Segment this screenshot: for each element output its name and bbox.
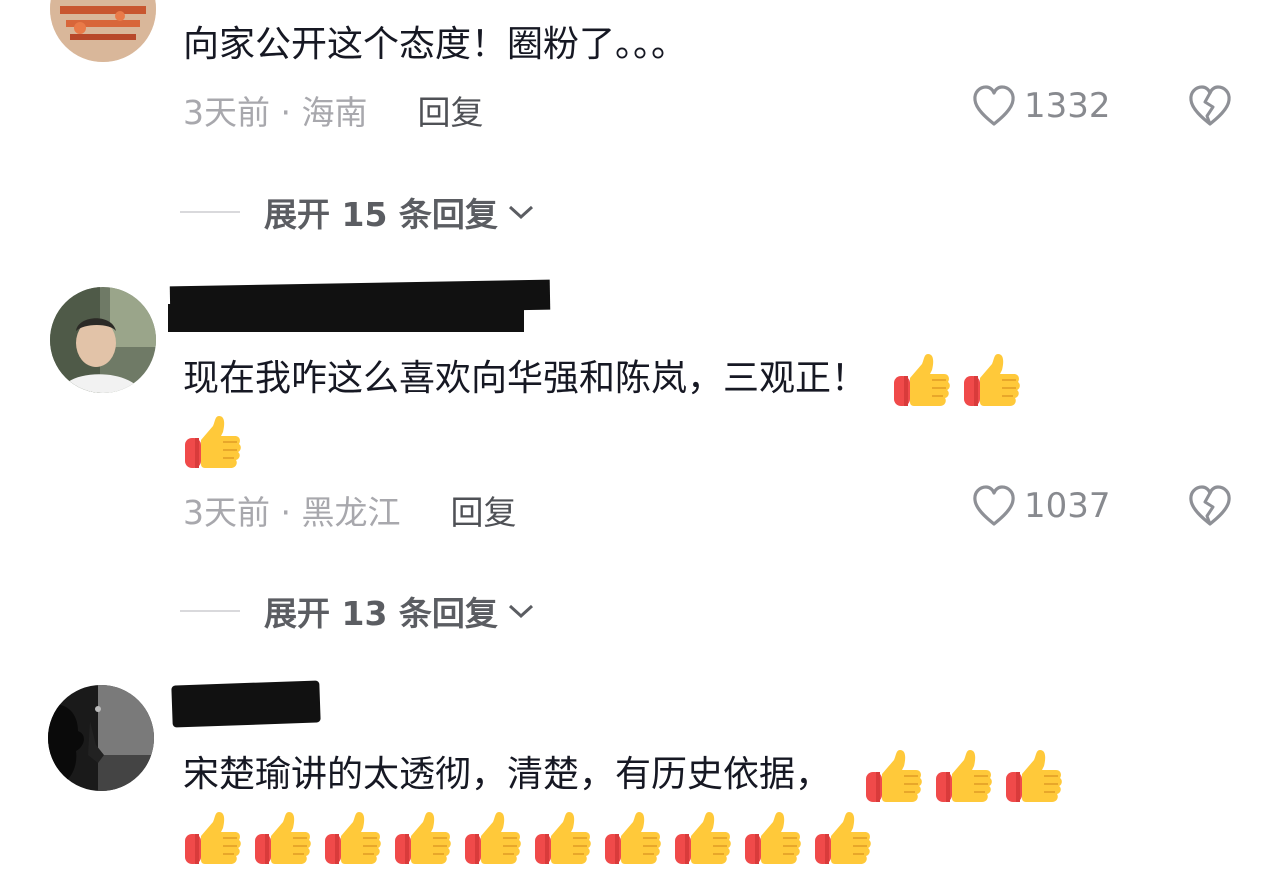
thumbs-up-emoji: [603, 808, 663, 868]
like-count: 1332: [1024, 86, 1111, 126]
redacted-username: [168, 304, 524, 332]
heart-outline-icon: [970, 482, 1018, 530]
comment-text: 宋楚瑜讲的太透彻，清楚，有历史依据，: [183, 744, 1074, 806]
thumbs-up-emoji: [1004, 746, 1064, 806]
chevron-down-icon: [508, 604, 533, 619]
thumbs-up-emoji: [533, 808, 593, 868]
comment-meta: 3天前 · 海南 回复: [183, 86, 483, 134]
broken-heart-icon[interactable]: [1186, 82, 1234, 130]
redacted-username: [171, 680, 321, 728]
thumbs-up-emoji: [864, 746, 924, 806]
like-button[interactable]: 1332: [970, 82, 1111, 130]
like-button[interactable]: 1037: [970, 482, 1111, 530]
thumbs-up-emoji: [813, 808, 873, 868]
reply-button[interactable]: 回复: [417, 93, 483, 132]
comment-meta: 3天前 · 黑龙江 回复: [183, 486, 516, 534]
thumbs-up-emoji: [673, 808, 733, 868]
reply-button[interactable]: 回复: [450, 493, 516, 532]
comment-body: 宋楚瑜讲的太透彻，清楚，有历史依据，: [183, 754, 832, 795]
broken-heart-icon[interactable]: [1186, 482, 1234, 530]
like-count: 1037: [1024, 486, 1111, 526]
thumbs-up-emoji: [934, 746, 994, 806]
thumbs-up-emoji: [183, 808, 243, 868]
thumbs-up-emoji: [253, 808, 313, 868]
comment-text-line2: [183, 410, 253, 472]
expand-label: 展开 15 条回复: [264, 195, 498, 234]
thumbs-up-emoji: [323, 808, 383, 868]
thumbs-up-emoji: [183, 412, 243, 472]
avatar[interactable]: [50, 0, 156, 62]
thumbs-up-emoji: [463, 808, 523, 868]
divider: [180, 211, 240, 213]
thumbs-up-emoji: [892, 350, 952, 410]
comment-text-line2: [183, 806, 883, 868]
expand-replies-button[interactable]: 展开 15 条回复: [180, 188, 536, 236]
comment-text: 向家公开这个态度！圈粉了。。。: [183, 24, 688, 65]
thumbs-up-emoji: [393, 808, 453, 868]
time-location: 3天前 · 黑龙江: [183, 493, 401, 532]
avatar[interactable]: [48, 685, 154, 791]
expand-replies-button[interactable]: 展开 13 条回复: [180, 587, 536, 635]
time-location: 3天前 · 海南: [183, 93, 368, 132]
chevron-down-icon: [508, 205, 533, 220]
divider: [180, 610, 240, 612]
heart-outline-icon: [970, 82, 1018, 130]
comment-body: 现在我咋这么喜欢向华强和陈岚，三观正！: [183, 358, 868, 399]
avatar[interactable]: [50, 287, 156, 393]
thumbs-up-emoji: [743, 808, 803, 868]
expand-label: 展开 13 条回复: [264, 594, 498, 633]
thumbs-up-emoji: [962, 350, 1022, 410]
comment-text: 现在我咋这么喜欢向华强和陈岚，三观正！: [183, 348, 1032, 410]
